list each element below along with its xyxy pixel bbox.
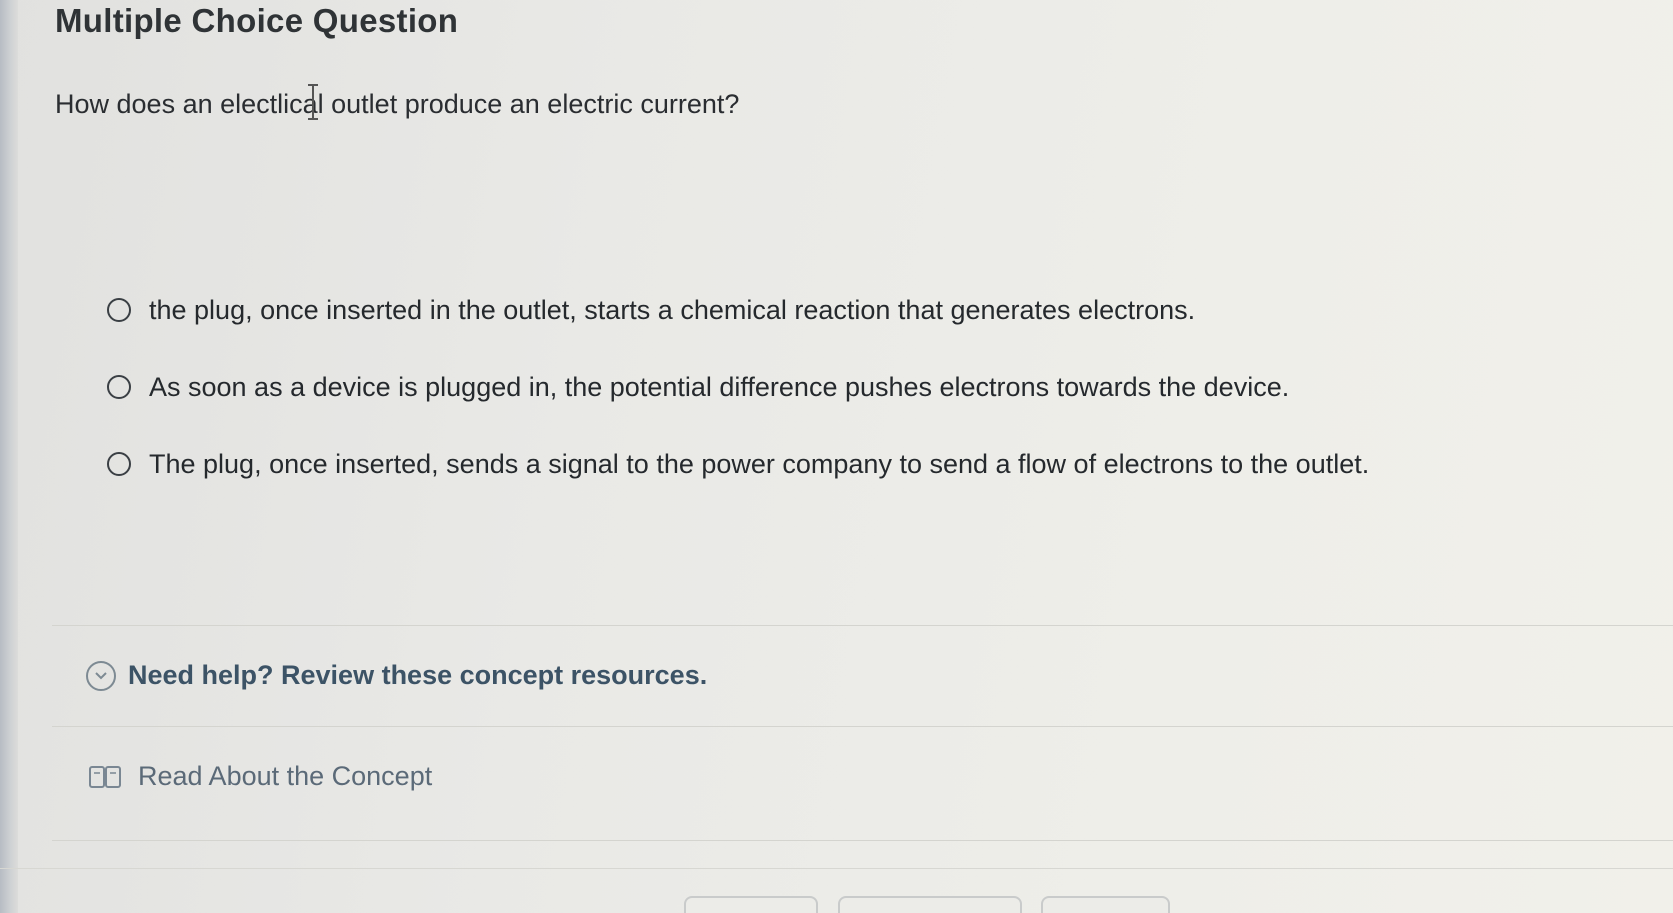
window-left-edge xyxy=(0,0,18,913)
footer-button-1[interactable] xyxy=(684,896,818,913)
radio-button[interactable] xyxy=(107,298,131,322)
section-divider xyxy=(52,840,1673,841)
page-title: Multiple Choice Question xyxy=(55,2,459,39)
radio-button[interactable] xyxy=(107,375,131,399)
answer-option-label: The plug, once inserted, sends a signal … xyxy=(149,448,1370,479)
answer-option-label: the plug, once inserted in the outlet, s… xyxy=(149,294,1196,325)
section-divider xyxy=(52,726,1673,727)
section-divider xyxy=(52,625,1673,626)
answer-option-3[interactable]: The plug, once inserted, sends a signal … xyxy=(107,445,1369,483)
footer-divider xyxy=(0,868,1673,869)
chevron-down-circle-icon xyxy=(86,660,116,691)
read-about-concept-link[interactable]: Read About the Concept xyxy=(88,761,432,792)
text-cursor-icon xyxy=(308,84,318,120)
question-text: How does an electlical outlet produce an… xyxy=(55,89,740,119)
footer-button-2[interactable] xyxy=(838,896,1022,913)
answer-option-2[interactable]: As soon as a device is plugged in, the p… xyxy=(107,368,1289,406)
footer-button-3[interactable] xyxy=(1041,896,1170,913)
radio-button[interactable] xyxy=(107,452,131,476)
read-about-concept-label: Read About the Concept xyxy=(138,761,433,791)
concept-resources-toggle[interactable]: Need help? Review these concept resource… xyxy=(86,660,707,691)
answer-option-1[interactable]: the plug, once inserted in the outlet, s… xyxy=(107,291,1195,329)
answer-option-label: As soon as a device is plugged in, the p… xyxy=(149,371,1290,402)
concept-resources-label: Need help? Review these concept resource… xyxy=(128,660,708,690)
book-icon xyxy=(88,763,122,791)
